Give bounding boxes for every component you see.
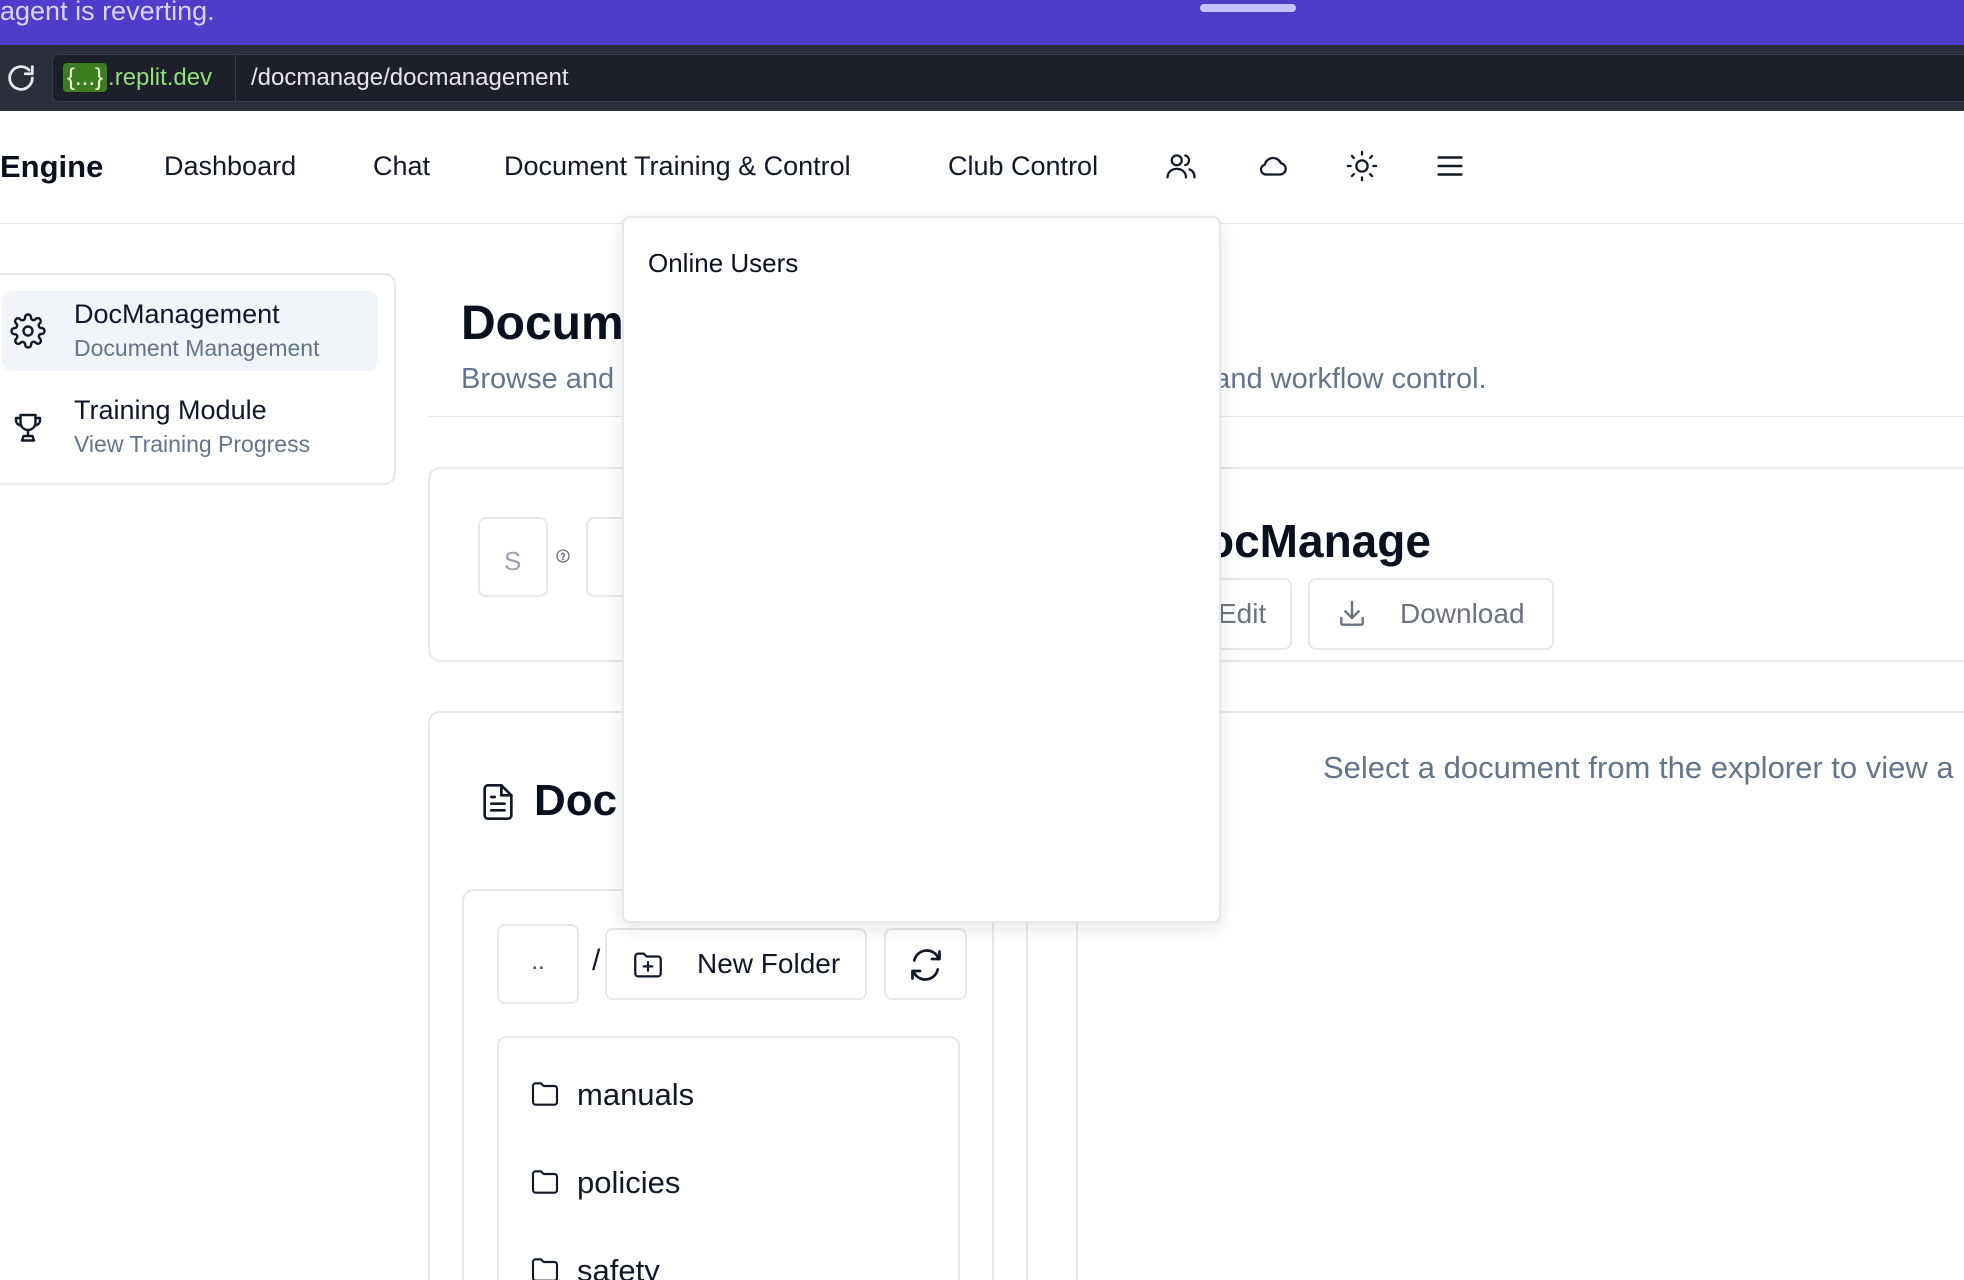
url-field[interactable]: {...} .replit.dev /docmanage/docmanagemen…	[52, 54, 1964, 102]
nav-club-control[interactable]: Club Control	[948, 151, 1098, 182]
browser-address-bar: {...} .replit.dev /docmanage/docmanagemen…	[0, 45, 1964, 111]
url-host-prefix: {...}	[63, 63, 108, 92]
online-users-popover: Online Users	[622, 216, 1221, 923]
folder-icon	[531, 1258, 559, 1280]
reload-icon[interactable]	[4, 61, 38, 95]
sidebar-item-title: DocManagement	[74, 299, 280, 329]
app-root: agent is reverting. {...} .replit.dev /do…	[0, 0, 1964, 1280]
folder-name: manuals	[577, 1077, 695, 1112]
breadcrumb-separator: /	[592, 944, 601, 977]
empty-viewer-message: Select a document from the explorer to v…	[1323, 750, 1954, 785]
nav-dashboard[interactable]: Dashboard	[164, 151, 296, 182]
folder-icon	[531, 1082, 559, 1106]
folder-list: manuals policies safety	[497, 1036, 960, 1280]
sun-icon[interactable]	[1345, 149, 1379, 183]
nav-document-training-control[interactable]: Document Training & Control	[504, 151, 851, 182]
explorer-scrollbar-edge	[1026, 890, 1028, 1280]
file-text-icon	[483, 784, 513, 820]
popover-title: Online Users	[648, 248, 799, 278]
brand-logo-text[interactable]: Engine	[0, 149, 103, 185]
sidebar-item-docmanagement[interactable]: DocManagement Document Management	[2, 291, 378, 371]
search-input[interactable]: S	[478, 517, 548, 597]
folder-name: safety	[577, 1253, 660, 1280]
users-icon[interactable]	[1164, 149, 1198, 183]
page-subtitle-right: g and workflow control.	[1190, 363, 1487, 395]
url-host-suffix: .replit.dev	[108, 64, 213, 91]
explorer-title: Doc	[534, 776, 618, 825]
sidebar: DocManagement Document Management Traini…	[0, 273, 396, 485]
url-path: /docmanage/docmanagement	[251, 64, 569, 91]
new-folder-label: New Folder	[697, 948, 841, 979]
sidebar-item-subtitle: View Training Progress	[74, 431, 311, 457]
drag-handle[interactable]	[1200, 4, 1296, 12]
page-subtitle-left: Browse and	[461, 363, 615, 395]
url-host: {...} .replit.dev	[63, 63, 213, 92]
sidebar-item-training-module[interactable]: Training Module View Training Progress	[2, 387, 378, 467]
menu-icon[interactable]	[1433, 149, 1467, 183]
page-title: Docum	[461, 297, 624, 350]
agent-status-banner: agent is reverting.	[0, 0, 1964, 45]
download-icon	[1340, 600, 1364, 626]
download-button[interactable]: Download	[1308, 578, 1554, 650]
help-icon[interactable]	[555, 548, 571, 564]
nav-chat[interactable]: Chat	[373, 151, 430, 182]
sidebar-item-title: Training Module	[74, 395, 267, 425]
folder-icon	[531, 1170, 559, 1194]
edit-button-label: Edit	[1218, 598, 1267, 629]
top-navbar: Engine Dashboard Chat Document Training …	[0, 111, 1964, 224]
new-folder-button[interactable]: New Folder	[605, 928, 867, 1000]
folder-name: policies	[577, 1165, 681, 1200]
cloud-icon[interactable]	[1256, 149, 1290, 183]
folder-plus-icon	[634, 952, 662, 978]
url-separator	[235, 55, 236, 101]
refresh-icon	[911, 949, 941, 981]
download-button-label: Download	[1400, 598, 1525, 629]
gear-icon	[10, 313, 46, 349]
document-title: ocManage	[1206, 515, 1431, 567]
trophy-icon	[14, 413, 42, 442]
sidebar-item-subtitle: Document Management	[74, 335, 320, 361]
parent-folder-button[interactable]: ..	[497, 924, 579, 1004]
agent-status-text: agent is reverting.	[0, 0, 215, 26]
refresh-button[interactable]	[884, 928, 967, 1000]
